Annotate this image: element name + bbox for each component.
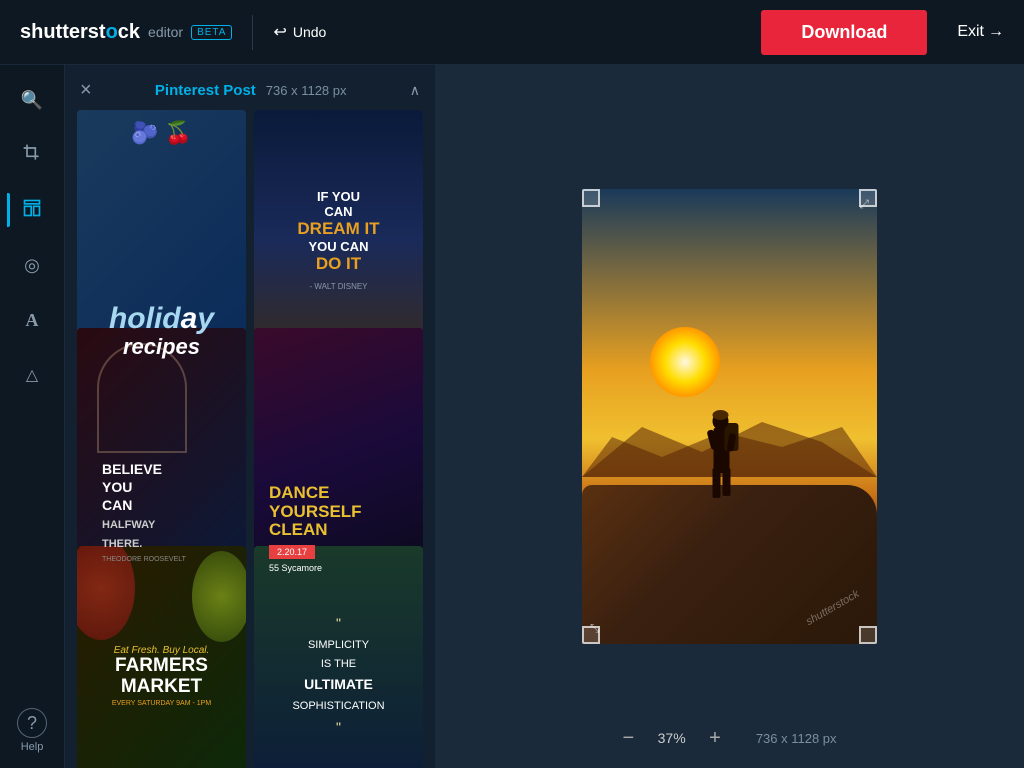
help-label: Help: [21, 741, 44, 753]
main-layout: 🔍 ◎ A △: [0, 65, 1024, 768]
header-divider: [252, 15, 253, 50]
exit-arrow-icon: →: [988, 23, 1004, 41]
templates-icon: [22, 198, 42, 223]
exit-label: Exit: [957, 23, 984, 41]
undo-button[interactable]: ↩ Undo: [273, 22, 326, 42]
text-icon: A: [26, 310, 39, 331]
tool-crop[interactable]: [7, 130, 57, 180]
tool-filters[interactable]: ◎: [7, 240, 57, 290]
resize-icon-bl: ⤡: [590, 621, 600, 636]
tool-search[interactable]: 🔍: [7, 75, 57, 125]
panel-collapse-button[interactable]: ∧: [410, 82, 420, 99]
panel-title: Pinterest Post: [155, 82, 256, 99]
templates-panel: × Pinterest Post 736 x 1128 px ∧ 🫐 🍒 hol…: [65, 65, 435, 768]
canvas-size-label: 736 x 1128 px: [756, 731, 837, 746]
help-icon: ?: [17, 708, 47, 738]
crop-icon: [22, 143, 42, 168]
panel-header: × Pinterest Post 736 x 1128 px ∧: [65, 65, 435, 110]
template-card-dance[interactable]: DANCEYOURSELFCLEAN 2.20.17 55 Sycamore: [254, 328, 423, 588]
exit-button[interactable]: Exit →: [957, 23, 1004, 41]
template-card-farmers[interactable]: Eat Fresh. Buy Local. FARMERSMARKET EVER…: [77, 546, 246, 768]
hiker-figure: [698, 383, 743, 508]
canvas-image[interactable]: shutterstock ⤢ ⤡: [582, 189, 877, 644]
panel-size: 736 x 1128 px: [266, 83, 347, 98]
filters-icon: ◎: [24, 255, 40, 276]
zoom-out-button[interactable]: −: [622, 728, 634, 748]
template-card-simplicity[interactable]: " SIMPLICITYIS THEULTIMATESOPHISTICATION…: [254, 546, 423, 768]
zoom-in-button[interactable]: +: [709, 728, 721, 748]
editor-label: editor: [148, 24, 183, 40]
tool-templates[interactable]: [7, 185, 57, 235]
rocks-element: [582, 485, 877, 644]
logo: shutterstock editor BETA: [20, 21, 232, 44]
left-toolbar: 🔍 ◎ A △: [0, 65, 65, 768]
download-button[interactable]: Download: [761, 10, 927, 55]
shapes-icon: △: [26, 365, 38, 385]
tool-text[interactable]: A: [7, 295, 57, 345]
canvas-controls: − 37% + 736 x 1128 px: [622, 728, 836, 748]
search-icon: 🔍: [21, 90, 43, 111]
panel-header-info: Pinterest Post 736 x 1128 px: [155, 82, 347, 99]
handle-bottom-right: [859, 626, 877, 644]
undo-label: Undo: [293, 24, 326, 40]
handle-top-left: [582, 189, 600, 207]
panel-close-button[interactable]: ×: [80, 80, 92, 100]
templates-grid: 🫐 🍒 holiday recipes IF YOU CAN DREAM IT …: [65, 110, 435, 768]
beta-badge: BETA: [191, 25, 232, 40]
undo-icon: ↩: [273, 22, 286, 42]
logo-text: shutterstock: [20, 21, 140, 44]
tool-shapes[interactable]: △: [7, 350, 57, 400]
help-button[interactable]: ? Help: [17, 708, 47, 768]
zoom-value: 37%: [649, 730, 694, 746]
canvas-content: shutterstock ⤢ ⤡: [582, 189, 877, 644]
header: shutterstock editor BETA ↩ Undo Download…: [0, 0, 1024, 65]
canvas-area: shutterstock ⤢ ⤡ − 37% + 736 x 1128 px: [435, 65, 1024, 768]
resize-icon-tr: ⤢: [859, 197, 869, 212]
